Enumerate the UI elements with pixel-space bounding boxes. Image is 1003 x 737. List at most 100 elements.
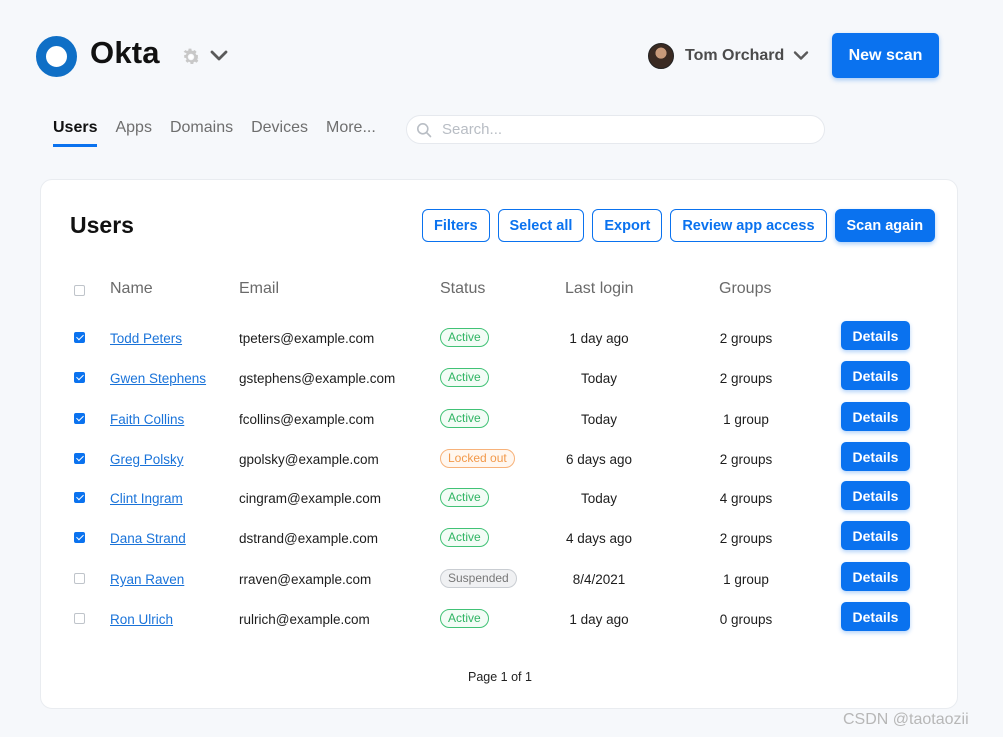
status-badge: Active — [440, 609, 489, 628]
last-login: 1 day ago — [569, 612, 629, 627]
table-row: Gwen Stephens gstephens@example.com Active… — [41, 360, 959, 400]
table-row: Todd Peters tpeters@example.com Active 1 da… — [41, 320, 959, 360]
last-login: Today — [580, 371, 618, 386]
details-button[interactable]: Details — [841, 321, 910, 350]
nav-tabs: Users Apps Domains Devices More... — [53, 119, 394, 147]
status-badge: Suspended — [440, 569, 517, 588]
user-name: Tom Orchard — [685, 47, 785, 64]
group-count: 2 groups — [719, 371, 773, 386]
last-login: 8/4/2021 — [572, 572, 626, 587]
details-button[interactable]: Details — [841, 442, 910, 471]
last-login: 6 days ago — [565, 452, 633, 467]
table-row: Ryan Raven rraven@example.com Suspended 8/4… — [41, 561, 959, 601]
row-checkbox[interactable] — [74, 413, 85, 424]
search-bar — [406, 115, 825, 144]
user-name-link[interactable]: Clint Ingram — [110, 491, 183, 506]
chevron-down-icon[interactable] — [792, 49, 810, 63]
status-badge: Active — [440, 528, 489, 547]
user-email: tpeters@example.com — [239, 331, 375, 346]
review-app-access-button[interactable]: Review app access — [670, 209, 827, 242]
group-count: 1 group — [723, 572, 769, 587]
details-button[interactable]: Details — [841, 521, 910, 550]
search-input[interactable] — [442, 121, 802, 138]
brand-name: Okta — [90, 35, 160, 70]
status-badge: Active — [440, 488, 489, 507]
tab-users[interactable]: Users — [53, 119, 98, 147]
table-row: Clint Ingram cingram@example.com Active Tod… — [41, 480, 959, 520]
row-checkbox[interactable] — [74, 573, 85, 584]
details-button[interactable]: Details — [841, 562, 910, 591]
group-count: 2 groups — [719, 331, 773, 346]
user-name-link[interactable]: Gwen Stephens — [110, 371, 206, 386]
user-name-link[interactable]: Greg Polsky — [110, 452, 184, 467]
user-email: dstrand@example.com — [239, 531, 379, 546]
tab-devices[interactable]: Devices — [251, 119, 308, 147]
tab-apps[interactable]: Apps — [115, 119, 151, 147]
table-row: Faith Collins fcollins@example.com Active T… — [41, 401, 959, 441]
column-header-email[interactable]: Email — [239, 280, 279, 298]
last-login: Today — [580, 491, 618, 506]
scan-again-button[interactable]: Scan again — [834, 209, 936, 242]
details-button[interactable]: Details — [841, 481, 910, 510]
export-button[interactable]: Export — [592, 209, 663, 242]
page-title: Users — [70, 212, 134, 238]
column-header-groups[interactable]: Groups — [719, 280, 771, 298]
user-email: gpolsky@example.com — [239, 452, 379, 467]
user-email: fcollins@example.com — [239, 412, 375, 427]
user-menu[interactable]: Tom Orchard — [648, 42, 810, 70]
group-count: 0 groups — [719, 612, 773, 627]
last-login: 4 days ago — [565, 531, 633, 546]
users-card: Users Filters Select all Export Review a… — [40, 179, 958, 709]
user-email: cingram@example.com — [239, 491, 382, 506]
last-login: Today — [580, 412, 618, 427]
tab-more[interactable]: More... — [326, 119, 376, 147]
row-checkbox[interactable] — [74, 332, 85, 343]
details-button[interactable]: Details — [841, 361, 910, 390]
filters-button[interactable]: Filters — [422, 209, 490, 242]
okta-logo-icon — [36, 36, 77, 77]
table-header: Name Email Status Last login Groups — [41, 280, 959, 302]
status-badge: Active — [440, 328, 489, 347]
watermark: CSDN @taotaozii — [843, 711, 969, 728]
column-header-status[interactable]: Status — [440, 280, 485, 298]
user-email: rulrich@example.com — [239, 612, 370, 627]
gear-icon[interactable] — [180, 46, 202, 68]
search-icon — [417, 122, 432, 137]
group-count: 1 group — [723, 412, 769, 427]
status-badge: Active — [440, 409, 489, 428]
user-email: rraven@example.com — [239, 572, 372, 587]
row-checkbox[interactable] — [74, 613, 85, 624]
tab-domains[interactable]: Domains — [170, 119, 233, 147]
group-count: 2 groups — [719, 531, 773, 546]
row-checkbox[interactable] — [74, 453, 85, 464]
status-badge: Active — [440, 368, 489, 387]
table-row: Greg Polsky gpolsky@example.com Locked out… — [41, 441, 959, 481]
row-checkbox[interactable] — [74, 492, 85, 503]
top-bar: Okta Tom Orchard New scan — [0, 0, 1003, 110]
user-name-link[interactable]: Dana Strand — [110, 531, 186, 546]
select-all-button[interactable]: Select all — [497, 209, 585, 242]
group-count: 2 groups — [719, 452, 773, 467]
select-all-checkbox[interactable] — [74, 285, 85, 296]
column-header-last-login[interactable]: Last login — [565, 280, 634, 298]
table-toolbar: Filters Select all Export Review app acc… — [422, 209, 936, 242]
pagination: Page 1 of 1 — [468, 670, 532, 684]
last-login: 1 day ago — [569, 331, 629, 346]
user-name-link[interactable]: Ron Ulrich — [110, 612, 173, 627]
group-count: 4 groups — [719, 491, 773, 506]
chevron-down-icon[interactable] — [208, 48, 230, 64]
row-checkbox[interactable] — [74, 372, 85, 383]
row-checkbox[interactable] — [74, 532, 85, 543]
avatar — [648, 43, 674, 69]
user-name-link[interactable]: Ryan Raven — [110, 572, 184, 587]
details-button[interactable]: Details — [841, 402, 910, 431]
details-button[interactable]: Details — [841, 602, 910, 631]
new-scan-button[interactable]: New scan — [832, 33, 939, 78]
column-header-name[interactable]: Name — [110, 280, 153, 298]
user-name-link[interactable]: Todd Peters — [110, 331, 182, 346]
user-email: gstephens@example.com — [239, 371, 396, 386]
status-badge: Locked out — [440, 449, 515, 468]
table-row: Ron Ulrich rulrich@example.com Active 1 day… — [41, 601, 959, 641]
table-row: Dana Strand dstrand@example.com Active 4 da… — [41, 520, 959, 560]
user-name-link[interactable]: Faith Collins — [110, 412, 184, 427]
